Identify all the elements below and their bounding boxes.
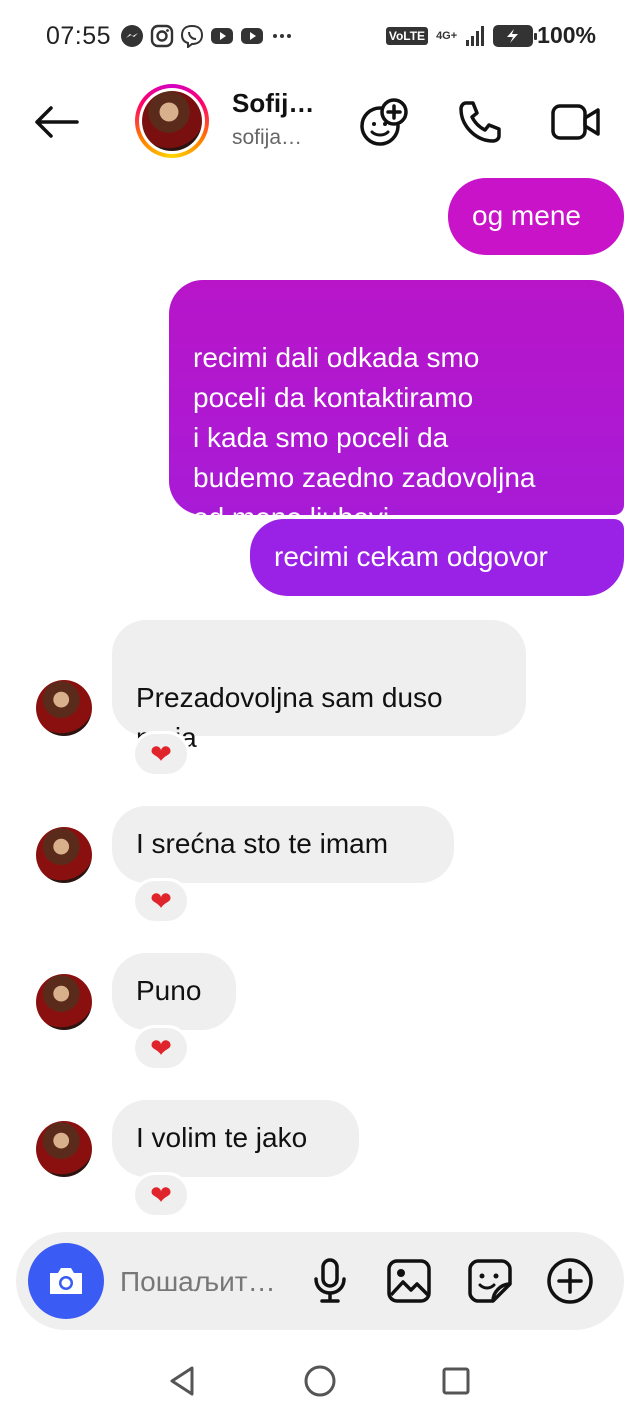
network-label: 4G+	[436, 29, 458, 42]
incoming-message[interactable]: I volim te jako	[112, 1100, 359, 1177]
youtube-icon	[211, 28, 233, 44]
volte-badge: VoLTE	[385, 26, 429, 45]
sender-avatar[interactable]	[36, 1121, 92, 1177]
voice-message-button[interactable]	[306, 1257, 354, 1305]
recents-square-icon	[442, 1367, 470, 1395]
camera-button[interactable]	[28, 1243, 104, 1319]
sender-avatar[interactable]	[36, 827, 92, 883]
sticker-icon	[468, 1259, 512, 1303]
back-button[interactable]	[28, 94, 84, 150]
chat-header: Sofij… sofija…	[0, 72, 640, 172]
home-circle-icon	[304, 1365, 336, 1397]
heart-reaction[interactable]: ❤	[132, 731, 190, 777]
back-triangle-icon	[170, 1366, 194, 1396]
messenger-icon	[121, 25, 143, 47]
audio-call-button[interactable]	[452, 94, 508, 150]
battery: 100%	[493, 22, 596, 49]
message-input[interactable]	[120, 1262, 296, 1302]
outgoing-message[interactable]: recimi dali odkada smo poceli da kontakt…	[169, 280, 624, 533]
phone-icon	[459, 101, 501, 143]
microphone-icon	[314, 1258, 346, 1303]
nav-home-button[interactable]	[300, 1361, 340, 1401]
status-app-icons	[120, 24, 294, 48]
gallery-button[interactable]	[385, 1257, 433, 1305]
heart-icon: ❤	[150, 1179, 172, 1210]
more-options-button[interactable]	[546, 1257, 594, 1305]
viber-icon	[180, 24, 204, 48]
outgoing-message[interactable]: recimi cekam odgovor	[250, 519, 624, 596]
video-camera-icon	[551, 104, 600, 140]
nav-recents-button[interactable]	[436, 1361, 476, 1401]
heart-icon: ❤	[150, 738, 172, 769]
message-text: I srećna sto te imam	[136, 828, 389, 859]
status-right: VoLTE 4G+ 100%	[385, 22, 596, 49]
plus-icon	[547, 1258, 593, 1304]
message-text: recimi cekam odgovor	[274, 541, 548, 572]
gallery-icon	[387, 1259, 431, 1303]
battery-icon	[493, 24, 538, 47]
heart-reaction[interactable]: ❤	[132, 878, 190, 924]
sticker-button[interactable]	[466, 1257, 514, 1305]
message-composer	[16, 1232, 624, 1330]
incoming-message[interactable]: Prezadovoljna sam duso moja	[112, 620, 526, 753]
video-call-button[interactable]	[548, 94, 604, 150]
back-arrow-icon	[35, 106, 79, 138]
heart-icon: ❤	[150, 885, 172, 916]
sender-avatar[interactable]	[36, 974, 92, 1030]
signal-icon	[466, 25, 485, 46]
sender-avatar[interactable]	[36, 680, 92, 736]
contact-avatar[interactable]	[135, 84, 209, 158]
message-text: recimi dali odkada smo poceli da kontakt…	[193, 342, 536, 533]
contact-username: sofija…	[232, 126, 303, 149]
heart-reaction[interactable]: ❤	[132, 1172, 190, 1218]
message-text: I volim te jako	[136, 1122, 308, 1153]
camera-icon	[50, 1268, 82, 1294]
add-people-button[interactable]	[356, 94, 412, 150]
battery-percent: 100%	[537, 22, 596, 48]
heart-reaction[interactable]: ❤	[132, 1025, 190, 1071]
incoming-message[interactable]: Puno	[112, 953, 236, 1030]
system-nav-bar	[0, 1345, 640, 1415]
youtube-icon	[241, 28, 263, 44]
status-time: 07:55	[46, 22, 112, 50]
incoming-message[interactable]: I srećna sto te imam	[112, 806, 454, 883]
message-text: og mene	[472, 200, 581, 231]
avatar-image	[142, 91, 202, 151]
contact-name[interactable]: Sofij…	[232, 88, 314, 119]
nav-back-button[interactable]	[162, 1361, 202, 1401]
outgoing-message[interactable]: og mene	[448, 178, 624, 255]
more-dots-icon	[273, 34, 291, 38]
message-text: Puno	[136, 975, 202, 1006]
heart-icon: ❤	[150, 1032, 172, 1063]
add-people-icon	[360, 98, 408, 146]
instagram-icon	[150, 24, 174, 48]
status-bar: 07:55 VoLTE 4G+ 100%	[0, 0, 640, 72]
